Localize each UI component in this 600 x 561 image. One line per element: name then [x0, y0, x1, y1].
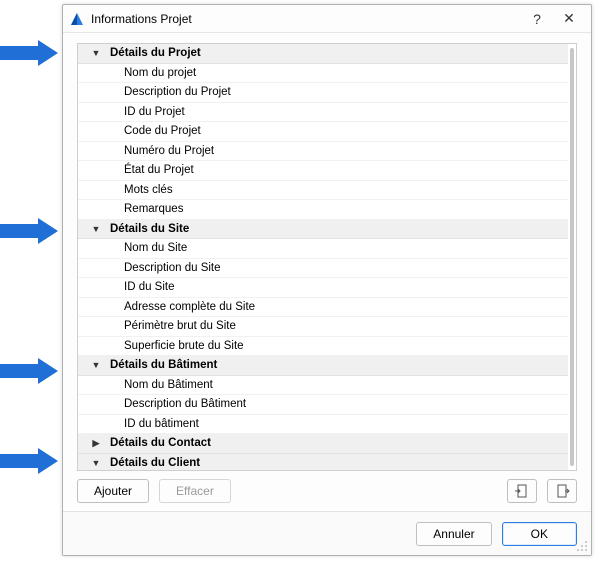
clear-button[interactable]: Effacer	[159, 479, 231, 503]
dialog-footer: Annuler OK	[63, 511, 591, 555]
group-client-details[interactable]: ▼Détails du Client	[78, 454, 568, 471]
pointer-arrow	[0, 40, 60, 66]
tree-item[interactable]: ID du Projet	[78, 103, 568, 123]
group-contact-details[interactable]: ▶Détails du Contact	[78, 434, 568, 454]
pointer-arrow	[0, 218, 60, 244]
tree-item[interactable]: Adresse complète du Site	[78, 298, 568, 318]
add-button[interactable]: Ajouter	[77, 479, 149, 503]
tree-item[interactable]: Code du Projet	[78, 122, 568, 142]
chevron-down-icon[interactable]: ▼	[90, 220, 102, 240]
vertical-scrollbar[interactable]	[570, 48, 574, 466]
tree-item[interactable]: Description du Projet	[78, 83, 568, 103]
tree-item[interactable]: ID du bâtiment	[78, 415, 568, 435]
tree-item[interactable]: Remarques	[78, 200, 568, 220]
tree-item[interactable]: ID du Site	[78, 278, 568, 298]
tree-item[interactable]: Nom du projet	[78, 64, 568, 84]
toolbar: Ajouter Effacer	[77, 477, 577, 505]
chevron-down-icon[interactable]: ▼	[90, 356, 102, 376]
property-tree[interactable]: ▼Détails du Projet Nom du projet Descrip…	[78, 44, 568, 470]
tree-item[interactable]: Nom du Bâtiment	[78, 376, 568, 396]
import-icon	[514, 483, 530, 499]
tree-item[interactable]: Numéro du Projet	[78, 142, 568, 162]
export-icon	[554, 483, 570, 499]
tree-item[interactable]: Description du Site	[78, 259, 568, 279]
tree-item[interactable]: Description du Bâtiment	[78, 395, 568, 415]
pointer-arrow	[0, 358, 60, 384]
chevron-down-icon[interactable]: ▼	[90, 454, 102, 471]
tree-panel: ▼Détails du Projet Nom du projet Descrip…	[77, 43, 577, 471]
app-icon	[69, 11, 85, 27]
group-project-details[interactable]: ▼Détails du Projet	[78, 44, 568, 64]
resize-grip-icon[interactable]	[576, 540, 588, 552]
tree-item[interactable]: Mots clés	[78, 181, 568, 201]
tree-item[interactable]: Nom du Site	[78, 239, 568, 259]
import-button[interactable]	[507, 479, 537, 503]
tree-item[interactable]: Superficie brute du Site	[78, 337, 568, 357]
project-info-dialog: Informations Projet ? ✕ ▼Détails du Proj…	[62, 4, 592, 556]
titlebar: Informations Projet ? ✕	[63, 5, 591, 33]
chevron-down-icon[interactable]: ▼	[90, 44, 102, 64]
close-button[interactable]: ✕	[553, 8, 585, 30]
cancel-button[interactable]: Annuler	[416, 522, 491, 546]
pointer-arrow	[0, 448, 60, 474]
export-button[interactable]	[547, 479, 577, 503]
group-site-details[interactable]: ▼Détails du Site	[78, 220, 568, 240]
tree-item[interactable]: Périmètre brut du Site	[78, 317, 568, 337]
ok-button[interactable]: OK	[502, 522, 577, 546]
help-button[interactable]: ?	[521, 8, 553, 30]
window-title: Informations Projet	[91, 12, 521, 26]
tree-item[interactable]: État du Projet	[78, 161, 568, 181]
chevron-right-icon[interactable]: ▶	[90, 434, 102, 454]
group-building-details[interactable]: ▼Détails du Bâtiment	[78, 356, 568, 376]
